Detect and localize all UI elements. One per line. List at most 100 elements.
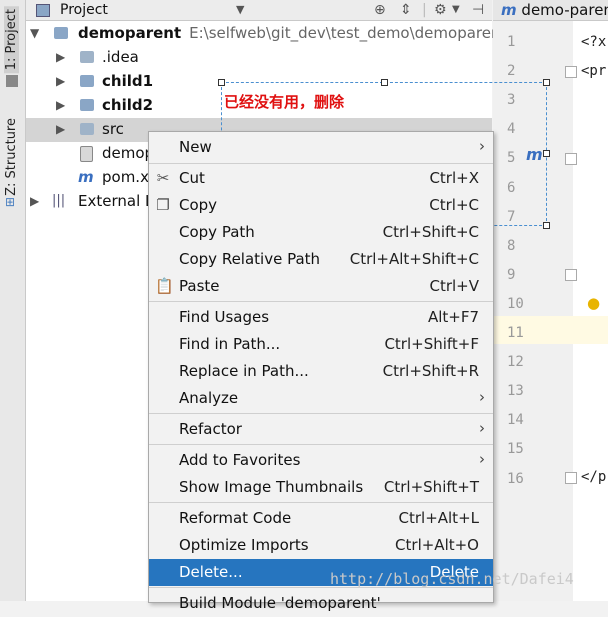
folder-icon	[80, 51, 94, 63]
menu-item-new[interactable]: New ›	[149, 134, 493, 161]
menu-item-label: Replace in Path...	[179, 362, 309, 380]
menu-item-paste[interactable]: 📋 Paste Ctrl+V	[149, 273, 493, 300]
collapsed-arrow-icon[interactable]: ▶	[56, 50, 65, 64]
line-number: 2	[507, 63, 516, 80]
tree-root-row[interactable]: ▼ demoparent E:\selfweb\git_dev\test_demo…	[26, 22, 506, 46]
project-view-title[interactable]: Project	[60, 0, 108, 20]
tree-item-label: .idea	[102, 48, 139, 66]
menu-item-build-module[interactable]: Build Module 'demoparent'	[149, 590, 493, 617]
menu-item-label: Optimize Imports	[179, 536, 309, 554]
collapsed-arrow-icon[interactable]: ▶	[30, 194, 39, 208]
module-folder-icon	[80, 99, 94, 111]
toolbar-divider: |	[422, 2, 427, 18]
menu-separator	[149, 301, 493, 302]
menu-item-label: Find in Path...	[179, 335, 281, 353]
menu-shortcut: Ctrl+Alt+Shift+C	[349, 250, 479, 268]
fold-marker-icon[interactable]	[565, 269, 577, 281]
line-number: 13	[507, 383, 524, 400]
menu-separator	[149, 413, 493, 414]
menu-shortcut: Ctrl+X	[429, 169, 479, 187]
menu-shortcut: Ctrl+Shift+R	[382, 362, 479, 380]
menu-item-copy[interactable]: ❐ Copy Ctrl+C	[149, 192, 493, 219]
structure-tool-tab[interactable]: Z: Structure	[4, 118, 19, 196]
line-number: 16	[507, 470, 524, 487]
collapsed-arrow-icon[interactable]: ▶	[56, 98, 65, 112]
paste-icon: 📋	[155, 277, 174, 295]
menu-item-label: Build Module 'demoparent'	[179, 594, 381, 612]
project-tab-icon	[6, 75, 18, 87]
menu-shortcut: Ctrl+Alt+O	[395, 536, 479, 554]
resize-handle[interactable]	[381, 79, 388, 86]
collapse-icon[interactable]: ⇕	[400, 0, 412, 20]
submenu-arrow-icon: ›	[479, 137, 485, 155]
tree-item-label: child1	[102, 72, 154, 90]
menu-item-label: Copy Path	[179, 223, 255, 241]
menu-item-add-to-favorites[interactable]: Add to Favorites ›	[149, 447, 493, 474]
resize-handle[interactable]	[543, 222, 550, 229]
menu-item-label: Reformat Code	[179, 509, 292, 527]
menu-item-label: Delete...	[179, 563, 243, 581]
lightbulb-icon[interactable]: ●	[587, 294, 600, 312]
menu-item-label: New	[179, 138, 212, 156]
hide-icon[interactable]: ⊣	[472, 0, 484, 20]
context-menu: New › ✂ Cut Ctrl+X ❐ Copy Ctrl+C Copy Pa…	[148, 131, 494, 612]
resize-handle[interactable]	[543, 150, 550, 157]
project-tool-tab[interactable]: 1: Project	[4, 6, 19, 74]
menu-item-find-usages[interactable]: Find Usages Alt+F7	[149, 304, 493, 331]
menu-shortcut: Ctrl+Shift+F	[384, 335, 479, 353]
gear-dropdown-icon[interactable]: ▼	[452, 0, 460, 20]
tree-root-name: demoparent	[78, 24, 182, 42]
line-number: 15	[507, 441, 524, 458]
line-number: 14	[507, 412, 524, 429]
fold-marker-icon[interactable]	[565, 153, 577, 165]
project-view-icon	[36, 4, 50, 17]
submenu-arrow-icon: ›	[479, 450, 485, 468]
resize-handle[interactable]	[543, 79, 550, 86]
folder-icon	[80, 123, 94, 135]
menu-item-label: Analyze	[179, 389, 239, 407]
menu-shortcut: Alt+F7	[427, 308, 479, 326]
menu-item-show-image-thumbnails[interactable]: Show Image Thumbnails Ctrl+Shift+T	[149, 474, 493, 501]
view-dropdown-icon[interactable]: ▼	[236, 0, 244, 20]
menu-item-reformat-code[interactable]: Reformat Code Ctrl+Alt+L	[149, 505, 493, 532]
line-number: 11	[507, 325, 524, 341]
menu-item-refactor[interactable]: Refactor ›	[149, 416, 493, 443]
collapsed-arrow-icon[interactable]: ▶	[56, 74, 65, 88]
line-number: 8	[507, 237, 516, 254]
copy-icon: ❐	[156, 196, 170, 214]
menu-item-copy-relative-path[interactable]: Copy Relative Path Ctrl+Alt+Shift+C	[149, 246, 493, 273]
menu-shortcut: Ctrl+Alt+L	[398, 509, 480, 527]
scissors-icon: ✂	[156, 169, 170, 187]
menu-item-analyze[interactable]: Analyze ›	[149, 385, 493, 412]
menu-item-find-in-path[interactable]: Find in Path... Ctrl+Shift+F	[149, 331, 493, 358]
module-folder-icon	[54, 27, 68, 39]
line-number: 10	[507, 295, 524, 312]
tree-item-label: child2	[102, 96, 154, 114]
menu-item-label: Copy Relative Path	[179, 250, 321, 268]
fold-marker-icon[interactable]	[565, 472, 577, 484]
annotation-text: 已经没有用，删除	[224, 93, 345, 111]
resize-handle[interactable]	[218, 79, 225, 86]
submenu-arrow-icon: ›	[479, 419, 485, 437]
tree-item-idea[interactable]: ▶ .idea	[26, 46, 492, 70]
module-folder-icon	[80, 75, 94, 87]
menu-item-cut[interactable]: ✂ Cut Ctrl+X	[149, 165, 493, 192]
module-file-icon	[80, 146, 93, 162]
maven-file-icon: m	[501, 1, 517, 19]
menu-item-replace-in-path[interactable]: Replace in Path... Ctrl+Shift+R	[149, 358, 493, 385]
collapsed-arrow-icon[interactable]: ▶	[56, 122, 65, 136]
maven-file-icon: m	[78, 168, 94, 186]
fold-marker-icon[interactable]	[565, 66, 577, 78]
tree-item-label: demop	[102, 144, 155, 162]
target-icon[interactable]: ⊕	[374, 0, 386, 20]
menu-item-copy-path[interactable]: Copy Path Ctrl+Shift+C	[149, 219, 493, 246]
menu-shortcut: Ctrl+V	[429, 277, 479, 295]
expand-arrow-icon[interactable]: ▼	[30, 26, 39, 40]
menu-item-optimize-imports[interactable]: Optimize Imports Ctrl+Alt+O	[149, 532, 493, 559]
code-line-2: <pr	[581, 63, 607, 79]
menu-separator	[149, 444, 493, 445]
editor-tab[interactable]: m demo-parent	[493, 0, 608, 21]
menu-shortcut: Ctrl+Shift+C	[382, 223, 479, 241]
line-number: 12	[507, 354, 524, 371]
gear-icon[interactable]: ⚙	[434, 0, 447, 20]
